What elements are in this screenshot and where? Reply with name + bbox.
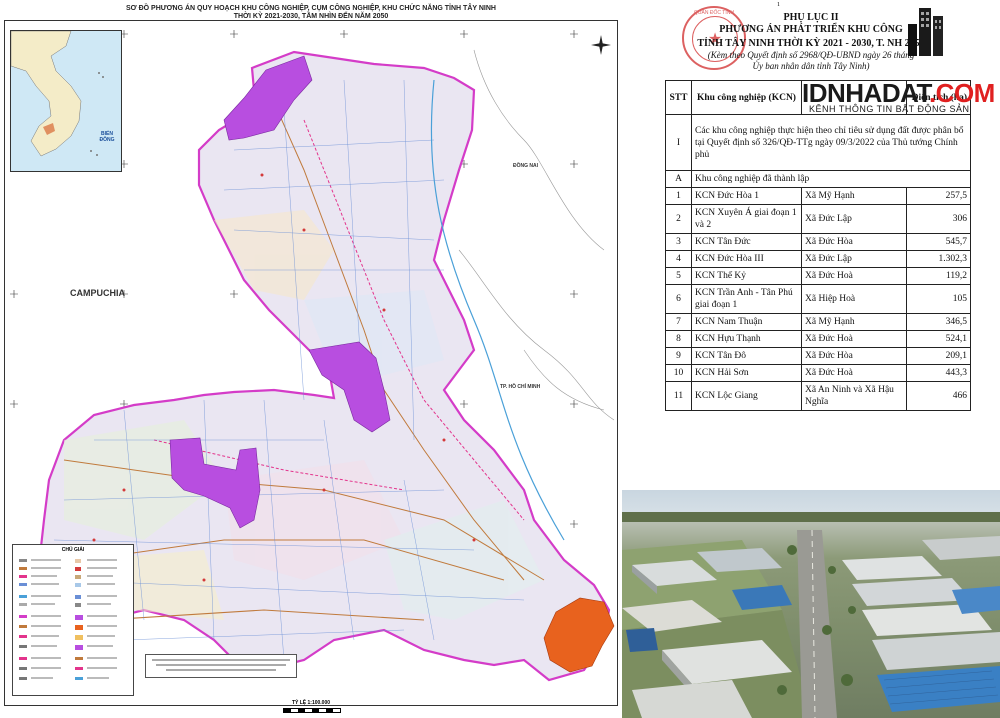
row-stt: 4 (665, 250, 692, 268)
row-zone-name: KCN Đức Hòa III (691, 250, 802, 268)
table-row: 7 KCN Nam Thuận Xã Mỹ Hạnh 346,5 (665, 313, 971, 331)
inset-graphic (11, 31, 104, 157)
row-zone-name: KCN Tân Đức (691, 233, 802, 251)
scale-bar (283, 708, 341, 713)
row-stt: 1 (665, 187, 692, 205)
row-area: 443,3 (906, 364, 971, 382)
row-location: Xã Mỹ Hạnh (801, 187, 907, 205)
row-location: Xã An Ninh và Xã Hậu Nghĩa (801, 381, 907, 411)
legend-title: CHÚ GIẢI (61, 547, 85, 553)
row-location: Xã Đức Hoà (801, 364, 907, 382)
row-stt: 8 (665, 330, 692, 348)
row-zone-name: KCN Thế Kỷ (691, 267, 802, 285)
page-number: 1 (777, 2, 780, 8)
row-location: Xã Hiệp Hoà (801, 284, 907, 314)
scale-label: TỶ LỆ 1:100.000 (291, 700, 331, 706)
row-area: 105 (906, 284, 971, 314)
document-appendix: 1 QUẢN ĐỐC TỈNH ★ PHỤ LỤC II PHƯƠNG ÁN P… (622, 0, 1000, 490)
industrial-zone-table: STT Khu công nghiệp (KCN) Diện tích (ha)… (665, 80, 971, 411)
header-stt: STT (665, 80, 692, 115)
vietnam-inset-map: BIỂN ĐÔNG (10, 30, 122, 172)
row-location: Xã Đức Lập (801, 204, 907, 234)
row-area: 1.302,3 (906, 250, 971, 268)
row-stt: 5 (665, 267, 692, 285)
neighbor-boundaries (458, 49, 615, 421)
map-title: SƠ ĐỒ PHƯƠNG ÁN QUY HOẠCH KHU CÔNG NGHIỆ… (126, 5, 496, 12)
table-row: 10 KCN Hải Sơn Xã Đức Hoà 443,3 (665, 364, 971, 382)
industrial-park-aerial-photo (622, 490, 1000, 718)
table-row: 9 KCN Tân Đô Xã Đức Hòa 209,1 (665, 347, 971, 365)
appendix-issuer: Ủy ban nhân dân tỉnh Tây Ninh) (752, 61, 870, 71)
brand-tagline: KÊNH THÔNG TIN BẤT ĐỘNG SẢN (809, 104, 970, 114)
row-stt: 7 (665, 313, 692, 331)
table-row: 2 KCN Xuyên Á giai đoạn 1 và 2 Xã Đức Lập 3… (665, 204, 971, 234)
table-row: 11 KCN Lộc Giang Xã An Ninh và Xã Hậu Nghĩ… (665, 381, 971, 411)
row-stt: 2 (665, 204, 692, 234)
row-stt: 11 (665, 381, 692, 411)
row-zone-name: KCN Trần Anh - Tân Phú giai đoạn 1 (691, 284, 802, 314)
row-zone-name: KCN Nam Thuận (691, 313, 802, 331)
map-subtitle: THỜI KỲ 2021-2030, TẦM NHÌN ĐẾN NĂM 2050 (233, 13, 389, 20)
row-location: Xã Đức Hoà (801, 267, 907, 285)
row-stt: 10 (665, 364, 692, 382)
row-area: 306 (906, 204, 971, 234)
city-label-hcm: TP. HỒ CHÍ MINH (500, 384, 541, 390)
row-zone-name: KCN Hải Sơn (691, 364, 802, 382)
row-stt: 3 (665, 233, 692, 251)
country-label: CAMPUCHIA (70, 288, 125, 298)
row-area: 466 (906, 381, 971, 411)
inset-sea-label: BIỂN ĐÔNG (99, 131, 115, 143)
row-zone-name: KCN Lộc Giang (691, 381, 802, 411)
table-row: 1 KCN Đức Hòa 1 Xã Mỹ Hạnh 257,5 (665, 187, 971, 205)
subsection-number: A (665, 170, 692, 188)
row-area: 545,7 (906, 233, 971, 251)
row-zone-name: KCN Hựu Thạnh (691, 330, 802, 348)
row-location: Xã Đức Lập (801, 250, 907, 268)
row-zone-name: KCN Đức Hòa 1 (691, 187, 802, 205)
row-zone-name: KCN Tân Đô (691, 347, 802, 365)
compass-rose-icon (591, 35, 611, 55)
row-area: 257,5 (906, 187, 971, 205)
table-row: 8 KCN Hựu Thạnh Xã Đức Hoà 524,1 (665, 330, 971, 348)
row-area: 209,1 (906, 347, 971, 365)
map-legend: CHÚ GIẢI (12, 544, 134, 696)
map-info-box (145, 654, 297, 678)
subsection-text: Khu công nghiệp đã thành lập (691, 170, 971, 188)
building-logo-icon (908, 8, 943, 56)
row-area: 524,1 (906, 330, 971, 348)
table-row: 6 KCN Trần Anh - Tân Phú giai đoạn 1 Xã Hi… (665, 284, 971, 314)
section-number: I (665, 114, 692, 171)
header-zone-name: Khu công nghiệp (KCN) (691, 80, 802, 115)
province-label-dong-nai: ĐỒNG NAI (513, 163, 538, 169)
row-location: Xã Đức Hoà (801, 330, 907, 348)
row-location: Xã Mỹ Hạnh (801, 313, 907, 331)
section-text: Các khu công nghiệp thực hiện theo chỉ t… (691, 114, 971, 171)
row-zone-name: KCN Xuyên Á giai đoạn 1 và 2 (691, 204, 802, 234)
row-area: 346,5 (906, 313, 971, 331)
table-row: 4 KCN Đức Hòa III Xã Đức Lập 1.302,3 (665, 250, 971, 268)
planning-map: SƠ ĐỒ PHƯƠNG ÁN QUY HOẠCH KHU CÔNG NGHIỆ… (0, 0, 622, 718)
row-location: Xã Đức Hòa (801, 347, 907, 365)
section-row: I Các khu công nghiệp thực hiện theo chỉ… (665, 114, 971, 171)
row-location: Xã Đức Hòa (801, 233, 907, 251)
aerial-photo-graphic (622, 512, 1000, 718)
row-stt: 9 (665, 347, 692, 365)
table-row: 3 KCN Tân Đức Xã Đức Hòa 545,7 (665, 233, 971, 251)
subsection-row: A Khu công nghiệp đã thành lập (665, 170, 971, 188)
table-row: 5 KCN Thế Kỷ Xã Đức Hoà 119,2 (665, 267, 971, 285)
legend-symbols (19, 559, 117, 680)
row-area: 119,2 (906, 267, 971, 285)
row-stt: 6 (665, 284, 692, 314)
